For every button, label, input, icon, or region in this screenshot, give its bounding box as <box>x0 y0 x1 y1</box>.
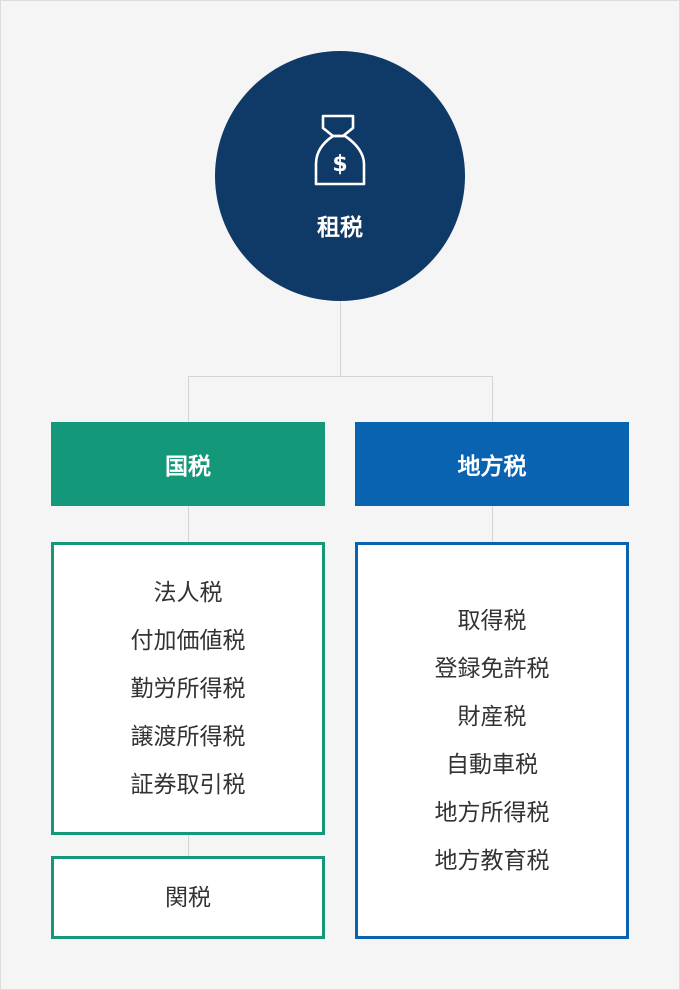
local-tax-list: 取得税 登録免許税 財産税 自動車税 地方所得税 地方教育税 <box>355 542 629 939</box>
connector-local-items <box>492 506 493 542</box>
connector-national-customs <box>188 834 189 856</box>
list-item: 証券取引税 <box>130 771 246 798</box>
root-node: $ 租税 <box>215 51 465 301</box>
connector-to-national <box>188 376 189 422</box>
list-item: 勤労所得税 <box>130 675 246 702</box>
list-item: 地方所得税 <box>434 799 550 826</box>
root-label: 租税 <box>317 215 363 241</box>
list-item: 財産税 <box>457 703 527 730</box>
connector-horizontal <box>188 376 493 377</box>
category-national-tax: 国税 <box>51 422 325 506</box>
list-item: 取得税 <box>457 607 527 634</box>
list-item: 付加価値税 <box>130 627 246 654</box>
list-item: 関税 <box>165 884 211 911</box>
list-item: 登録免許税 <box>434 655 550 682</box>
connector-root-down <box>340 301 341 377</box>
list-item: 譲渡所得税 <box>130 723 246 750</box>
connector-national-items <box>188 506 189 542</box>
customs-tax-box: 関税 <box>51 856 325 939</box>
list-item: 地方教育税 <box>434 847 550 874</box>
money-bag-icon: $ <box>314 114 366 186</box>
list-item: 自動車税 <box>446 751 538 778</box>
list-item: 法人税 <box>153 579 223 606</box>
category-local-tax: 地方税 <box>355 422 629 506</box>
connector-to-local <box>492 376 493 422</box>
national-tax-list: 法人税 付加価値税 勤労所得税 譲渡所得税 証券取引税 <box>51 542 325 835</box>
svg-text:$: $ <box>332 152 347 177</box>
